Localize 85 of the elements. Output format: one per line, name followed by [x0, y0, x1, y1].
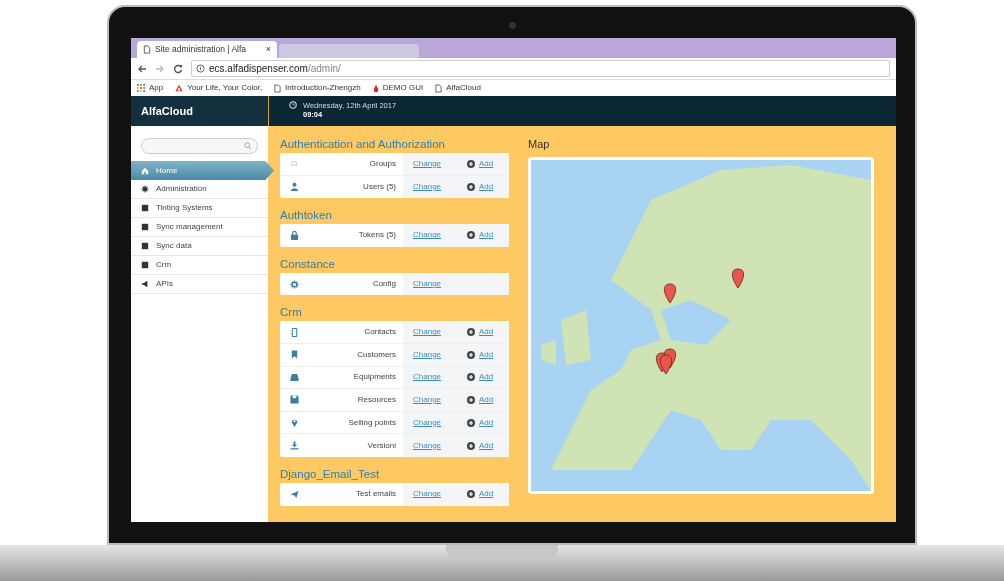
camera-icon: [509, 22, 516, 29]
plus-circle-icon: [467, 441, 475, 450]
section-heading: Crm: [280, 305, 303, 321]
add-link[interactable]: Add: [467, 371, 494, 384]
change-link[interactable]: Change: [413, 439, 467, 452]
model-name[interactable]: Config: [372, 278, 396, 291]
change-link[interactable]: Change: [413, 229, 467, 242]
add-link[interactable]: Add: [467, 416, 494, 429]
page-icon: [274, 83, 282, 93]
add-link[interactable]: Add: [467, 180, 494, 193]
reload-icon[interactable]: [173, 63, 183, 74]
change-link[interactable]: Change: [413, 488, 467, 501]
model-name[interactable]: Versioni: [367, 439, 396, 452]
browser-tab[interactable]: [279, 44, 419, 58]
address-bar[interactable]: ecs.alfadispenser.com/admin/: [191, 60, 890, 77]
home-icon: [141, 166, 149, 175]
model-name[interactable]: Equipments: [353, 371, 396, 384]
drop-icon: [372, 83, 379, 93]
change-link[interactable]: Change: [413, 326, 467, 339]
close-icon[interactable]: ×: [265, 42, 271, 57]
plus-circle-icon: [467, 373, 475, 382]
search-icon: [244, 142, 252, 150]
bookmark[interactable]: App: [137, 82, 164, 94]
change-link[interactable]: Change: [413, 371, 467, 384]
bookmark[interactable]: Your Life, Your Color,: [175, 82, 263, 94]
add-link[interactable]: Add: [467, 229, 494, 242]
plus-circle-icon: [467, 490, 475, 499]
add-link[interactable]: Add: [467, 157, 494, 170]
bookmark-icon: [290, 350, 299, 360]
browser-tab[interactable]: Site administration | Alfa ×: [137, 41, 277, 58]
megaphone-icon: [141, 280, 149, 288]
apps-grid-icon: [137, 84, 145, 92]
model-name[interactable]: Resources: [357, 393, 396, 406]
change-link[interactable]: Change: [413, 348, 467, 361]
section-heading: Django_Email_Test: [280, 466, 381, 482]
bookmark[interactable]: Introduction-Zhengzh: [274, 82, 361, 94]
section-heading: Authtoken: [280, 208, 333, 224]
square-icon: [141, 261, 149, 269]
page-icon: [435, 83, 443, 93]
change-link[interactable]: Change: [413, 157, 467, 170]
add-link[interactable]: Add: [467, 348, 494, 361]
model-name[interactable]: Contacts: [364, 326, 396, 339]
model-name[interactable]: Users (5): [363, 180, 396, 193]
change-link[interactable]: Change: [413, 180, 467, 193]
model-name[interactable]: Customers: [357, 348, 396, 361]
section-heading: Constance: [280, 256, 336, 272]
plus-circle-icon: [467, 328, 475, 337]
model-name[interactable]: Test emails: [356, 488, 396, 501]
change-link[interactable]: Change: [413, 393, 467, 406]
plus-circle-icon: [467, 231, 475, 240]
person-icon: [290, 182, 299, 192]
search-field[interactable]: [141, 138, 258, 154]
warning-triangle-icon: [175, 84, 184, 92]
gear-icon: [290, 279, 299, 289]
padlock-icon: [290, 231, 299, 240]
download-icon: [290, 441, 299, 451]
square-icon: [141, 223, 149, 231]
tray-icon: [290, 372, 299, 382]
add-link[interactable]: Add: [467, 326, 494, 339]
model-name[interactable]: Selling points: [348, 416, 396, 429]
plus-circle-icon: [467, 350, 475, 359]
gear-icon: [141, 185, 149, 193]
forward-arrow-icon[interactable]: [155, 63, 165, 74]
phone-icon: [290, 327, 299, 337]
map-title: Map: [528, 137, 551, 152]
section-heading: Authentication and Authorization: [280, 137, 446, 152]
model-name[interactable]: Tokens (5): [358, 229, 396, 242]
add-link[interactable]: Add: [467, 439, 494, 452]
clock-icon: [289, 101, 297, 109]
add-link[interactable]: Add: [467, 393, 494, 406]
plus-circle-icon: [467, 418, 475, 427]
page-icon: [143, 45, 151, 54]
bookmark[interactable]: AlfaCloud: [435, 82, 481, 94]
square-icon: [141, 204, 149, 212]
paper-plane-icon: [290, 489, 299, 499]
add-link[interactable]: Add: [467, 488, 494, 501]
back-arrow-icon[interactable]: [137, 63, 147, 74]
change-link[interactable]: Change: [413, 416, 467, 429]
plus-circle-icon: [467, 159, 475, 168]
bookmark[interactable]: DEMO GUI: [372, 82, 424, 94]
plus-circle-icon: [467, 395, 475, 404]
map-pin-icon: [290, 418, 299, 428]
square-icon: [141, 242, 149, 250]
model-name[interactable]: Groups: [369, 157, 396, 170]
plus-circle-icon: [467, 182, 475, 191]
